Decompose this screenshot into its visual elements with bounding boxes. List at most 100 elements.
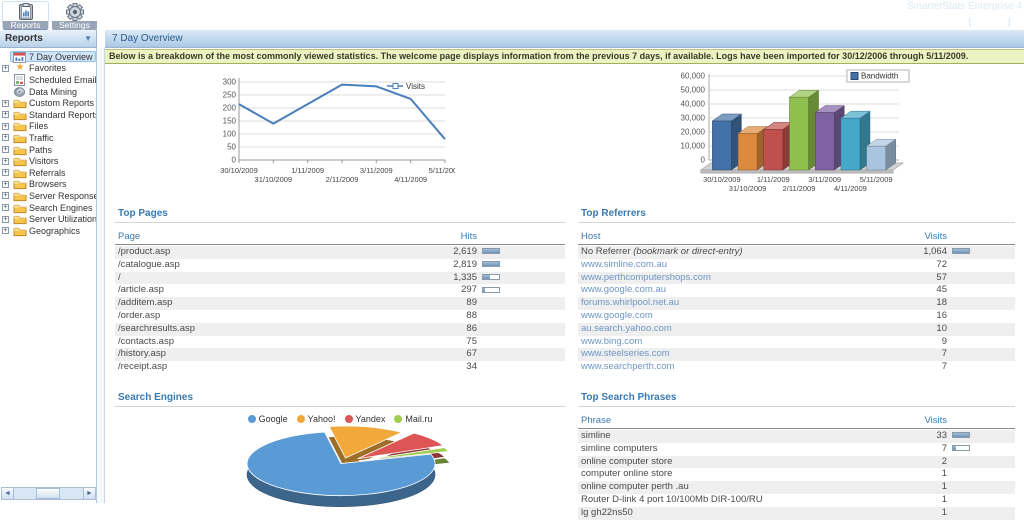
expand-plus-icon[interactable]: + xyxy=(2,158,9,165)
expand-plus-icon[interactable]: + xyxy=(2,100,9,107)
table-header-row: PhraseVisits xyxy=(578,412,1015,429)
sidebar-item-label: Scheduled Email Reports xyxy=(29,75,97,85)
row-value: 18 xyxy=(892,297,947,310)
column-header[interactable]: Page xyxy=(115,228,422,245)
sidebar-splitter[interactable] xyxy=(97,48,105,503)
row-link[interactable]: www.perthcomputershops.com xyxy=(578,272,892,285)
table-row: www.google.com.au45 xyxy=(578,284,1015,297)
row-value: 88 xyxy=(422,310,477,323)
expand-plus-icon[interactable]: + xyxy=(2,111,9,118)
sidebar-item-label: Referrals xyxy=(29,168,66,178)
sidebar-item-label: Server Utilization xyxy=(29,214,97,224)
pie-legend-item: Google xyxy=(248,414,288,424)
sidebar-item-favorites[interactable]: + ★Favorites xyxy=(0,63,96,75)
sidebar-item-geographics[interactable]: + Geographics xyxy=(0,225,96,237)
row-link[interactable]: www.google.com.au xyxy=(578,284,892,297)
expand-plus-icon[interactable]: + xyxy=(2,216,9,223)
row-label: /searchresults.asp xyxy=(115,323,422,336)
svg-text:150: 150 xyxy=(223,117,237,126)
expand-plus-icon[interactable]: + xyxy=(2,65,9,72)
row-link[interactable]: www.searchperth.com xyxy=(578,361,892,374)
sidebar-item-server-responses[interactable]: +Server Responses xyxy=(0,190,96,202)
expand-plus-icon[interactable]: + xyxy=(2,227,9,234)
svg-text:200: 200 xyxy=(223,104,237,113)
help-link[interactable]: Help xyxy=(1013,17,1024,28)
row-label: /history.asp xyxy=(115,348,422,361)
expand-plus-icon[interactable]: + xyxy=(2,123,9,130)
sidebar-header[interactable]: Reports ▼ xyxy=(0,30,97,48)
row-label: online computer store xyxy=(578,456,892,469)
row-link[interactable]: au.search.yahoo.com xyxy=(578,323,892,336)
svg-text:31/10/2009: 31/10/2009 xyxy=(255,175,293,184)
sidebar-item-search-engines[interactable]: +Search Engines xyxy=(0,202,96,214)
svg-text:4/11/2009: 4/11/2009 xyxy=(834,184,867,193)
table-row: forums.whirlpool.net.au18 xyxy=(578,297,1015,310)
bandwidth-bar-chart: 010,00020,00030,00040,00050,00060,00030/… xyxy=(663,68,925,205)
sidebar-item-label: Favorites xyxy=(29,63,66,73)
sidebar-item-label: Data Mining xyxy=(29,87,77,97)
row-link[interactable]: www.steelseries.com xyxy=(578,348,892,361)
sidebar-item-standard-reports[interactable]: +Standard Reports xyxy=(0,109,96,121)
sidebar-item-data-mining[interactable]: Data Mining xyxy=(0,86,96,98)
row-link[interactable]: www.google.com xyxy=(578,310,892,323)
sidebar-item-traffic[interactable]: +Traffic xyxy=(0,132,96,144)
sidebar-item-referrals[interactable]: + Referrals xyxy=(0,167,96,179)
scroll-left-arrow-icon[interactable]: ◄ xyxy=(2,488,14,499)
folder-icon xyxy=(13,213,27,225)
row-label: /product.asp xyxy=(115,246,422,259)
scroll-right-arrow-icon[interactable]: ► xyxy=(83,488,95,499)
logout-link[interactable]: Logout xyxy=(974,17,1005,28)
reports-clipboard-icon xyxy=(3,3,48,21)
top-referrers-section: Top Referrers HostVisitsNo Referrer (boo… xyxy=(578,208,1015,374)
svg-text:40,000: 40,000 xyxy=(681,100,706,109)
expand-plus-icon[interactable]: + xyxy=(2,204,9,211)
calendar-report-icon xyxy=(13,51,27,63)
value-gauge xyxy=(482,248,500,254)
sidebar-horizontal-scrollbar[interactable]: ◄ ► xyxy=(1,487,96,500)
column-header[interactable]: Visits xyxy=(892,228,947,245)
svg-text:300: 300 xyxy=(223,78,237,87)
sidebar-item-7-day-overview[interactable]: 7 Day Overview xyxy=(0,51,96,63)
row-link[interactable]: www.bing.com xyxy=(578,336,892,349)
sidebar-item-files[interactable]: +Files xyxy=(0,121,96,133)
scrollbar-thumb[interactable] xyxy=(36,488,59,499)
svg-text:100: 100 xyxy=(223,130,237,139)
row-label: /receipt.asp xyxy=(115,361,422,374)
sidebar-item-custom-reports[interactable]: + Custom Reports xyxy=(0,97,96,109)
row-link[interactable]: forums.whirlpool.net.au xyxy=(578,297,892,310)
expand-plus-icon[interactable]: + xyxy=(2,169,9,176)
sidebar-item-paths[interactable]: +Paths xyxy=(0,144,96,156)
reports-nav-button[interactable]: Reports xyxy=(2,1,49,30)
sidebar-item-server-utilization[interactable]: + Server Utilization xyxy=(0,213,96,225)
row-value: 10 xyxy=(892,323,947,336)
expand-plus-icon[interactable]: + xyxy=(2,146,9,153)
table-row: www.steelseries.com7 xyxy=(578,348,1015,361)
expand-plus-icon[interactable]: + xyxy=(2,181,9,188)
column-header[interactable]: Phrase xyxy=(578,412,892,429)
svg-text:30/10/2009: 30/10/2009 xyxy=(703,175,741,184)
sidebar-item-scheduled-email-reports[interactable]: Scheduled Email Reports xyxy=(0,74,96,86)
table-row: /1,335 xyxy=(115,272,565,285)
expand-plus-icon[interactable]: + xyxy=(2,192,9,199)
sidebar-item-label: Geographics xyxy=(29,226,80,236)
sidebar-item-browsers[interactable]: +Browsers xyxy=(0,179,96,191)
svg-text:Bandwidth: Bandwidth xyxy=(861,72,898,81)
row-label: /additem.asp xyxy=(115,297,422,310)
column-header[interactable]: Hits xyxy=(422,228,477,245)
sidebar-item-label: Custom Reports xyxy=(29,98,94,108)
section-title: Search Engines xyxy=(115,392,565,407)
row-value: 1,064 xyxy=(892,246,947,259)
row-link[interactable]: www.simline.com.au xyxy=(578,259,892,272)
expand-plus-icon[interactable]: + xyxy=(2,134,9,141)
column-header[interactable]: Visits xyxy=(892,412,947,429)
column-header[interactable]: Host xyxy=(578,228,892,245)
star-icon: ★ xyxy=(13,62,27,74)
sidebar-item-visitors[interactable]: + Visitors xyxy=(0,155,96,167)
row-value: 67 xyxy=(422,348,477,361)
sidebar-item-label: Visitors xyxy=(29,156,58,166)
svg-text:1/11/2009: 1/11/2009 xyxy=(757,175,790,184)
table-row: computer online store1 xyxy=(578,468,1015,481)
row-value: 16 xyxy=(892,310,947,323)
row-value: 297 xyxy=(422,284,477,297)
settings-nav-button[interactable]: Settings xyxy=(51,1,98,30)
